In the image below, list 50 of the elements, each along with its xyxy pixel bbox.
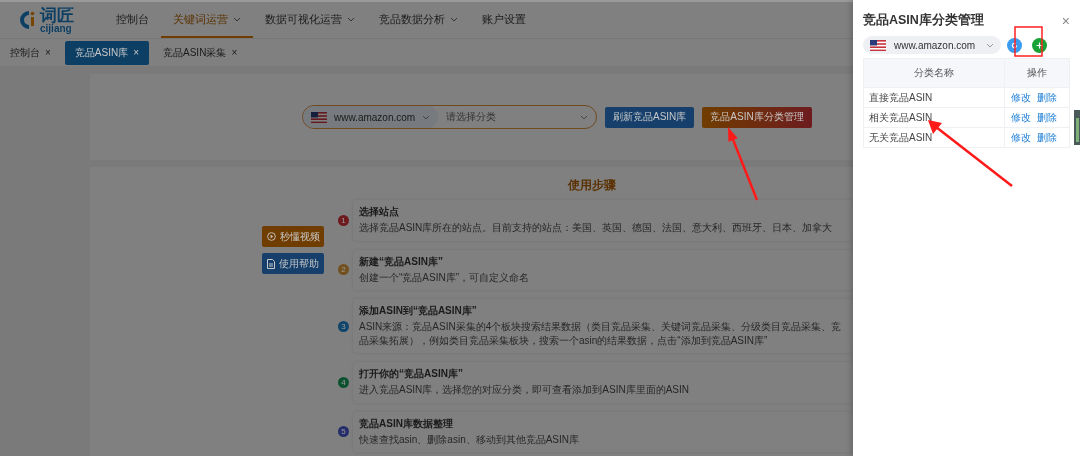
step-number: 3 xyxy=(338,320,349,332)
page-tab[interactable]: 竞品ASIN采集 × xyxy=(163,41,238,64)
close-icon[interactable]: × xyxy=(231,47,238,58)
close-icon[interactable]: × xyxy=(133,47,140,58)
delete-link[interactable]: 删除 xyxy=(1037,131,1057,143)
category-manage-button[interactable]: 竞品ASIN库分类管理 xyxy=(702,106,812,128)
page-tab[interactable]: 竞品ASIN库 × xyxy=(64,40,150,65)
edit-link[interactable]: 修改 xyxy=(1011,131,1031,143)
guide-title: 使用步骤 xyxy=(567,177,616,194)
step-title: 打开你的“竞品ASIN库” xyxy=(359,367,464,381)
nav-item[interactable]: 账户设置 xyxy=(470,2,538,38)
close-icon[interactable]: × xyxy=(45,47,51,58)
column-header: 操作 xyxy=(1004,58,1070,88)
nav-item[interactable]: 竞品数据分析 xyxy=(367,2,470,38)
step-number: 4 xyxy=(338,376,349,388)
column-header: 分类名称 xyxy=(863,58,1005,88)
side-widget-icon xyxy=(1074,110,1080,145)
step-title: 新建“竞品ASIN库” xyxy=(359,254,444,269)
help-button[interactable]: 使用帮助 xyxy=(262,253,324,274)
edit-link[interactable]: 修改 xyxy=(1011,91,1031,103)
step-title: 添加ASIN到“竞品ASIN库” xyxy=(359,304,478,318)
step-description: 快速查找asin、删除asin、移动到其他竞品ASIN库 xyxy=(359,432,581,446)
logo-text: 词匠 xyxy=(40,6,74,24)
document-icon xyxy=(267,258,275,269)
delete-link[interactable]: 删除 xyxy=(1037,91,1057,103)
logo-subtext: cijiang xyxy=(40,23,72,34)
step-description: 进入竞品ASIN库，选择您的对应分类，即可查看添加到ASIN库里面的ASIN xyxy=(359,383,691,397)
edit-link[interactable]: 修改 xyxy=(1011,111,1031,123)
delete-link[interactable]: 删除 xyxy=(1037,111,1057,123)
nav-item[interactable]: 数据可视化运营 xyxy=(253,2,367,38)
refresh-button[interactable]: 刷新竞品ASIN库 xyxy=(605,106,695,128)
play-icon xyxy=(266,232,276,241)
plus-icon xyxy=(1036,41,1043,49)
page-tab[interactable]: 控制台 × xyxy=(10,41,51,64)
highlight-box xyxy=(1014,26,1043,57)
refresh-icon xyxy=(1011,41,1018,49)
close-icon[interactable]: × xyxy=(1061,12,1070,29)
step-description: 选择竞品ASIN库所在的站点。目前支持的站点：美国、英国、德国、法国、意大利、西班牙、日本、加拿大 xyxy=(359,221,834,235)
site-select[interactable]: www.amazon.com xyxy=(863,36,1001,54)
us-flag-icon xyxy=(870,39,886,51)
nav-item[interactable]: 控制台 xyxy=(104,2,161,38)
chevron-down-icon xyxy=(986,42,994,48)
video-button[interactable]: 秒懂视频 xyxy=(262,226,324,247)
table-cell: 直接竞品ASIN xyxy=(863,87,1005,108)
step-number: 1 xyxy=(338,214,349,226)
step-title: 竞品ASIN库数据整理 xyxy=(359,416,454,431)
step-number: 2 xyxy=(338,264,349,276)
drawer-title: 竞品ASIN库分类管理 xyxy=(863,12,984,29)
step-number: 5 xyxy=(338,426,349,438)
step-title: 选择站点 xyxy=(359,205,400,219)
